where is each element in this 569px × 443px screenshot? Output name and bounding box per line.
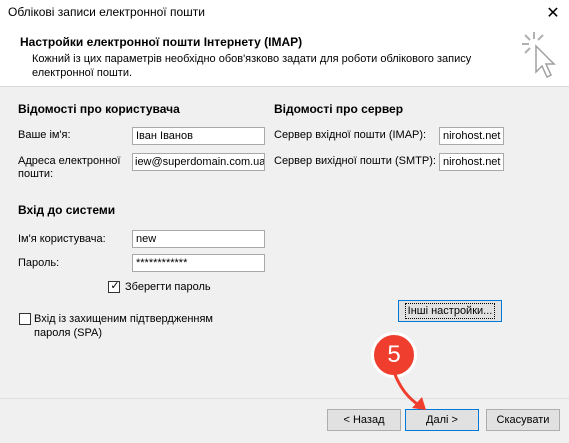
password-input[interactable]: ************ <box>132 254 265 272</box>
cancel-button[interactable]: Скасувати <box>486 409 560 431</box>
incoming-server-input[interactable]: nirohost.net <box>439 127 504 145</box>
remember-password-label: Зберегти пароль <box>125 281 211 293</box>
page-title: Настройки електронної пошти Інтернету (I… <box>20 35 303 49</box>
wizard-header: Настройки електронної пошти Інтернету (I… <box>0 26 569 87</box>
remember-password-checkbox[interactable]: ✓ <box>108 280 120 293</box>
arrow-icon <box>392 371 426 410</box>
username-label: Ім'я користувача: <box>18 233 106 245</box>
user-info-heading: Відомості про користувача <box>18 102 180 116</box>
more-settings-button[interactable]: Інші настройки... <box>398 300 502 322</box>
server-info-heading: Відомості про сервер <box>274 102 404 116</box>
page-description: Кожний із цих параметрів необхідно обов'… <box>32 53 472 79</box>
outgoing-server-input[interactable]: nirohost.net <box>439 153 504 171</box>
close-icon[interactable]: ✕ <box>540 2 566 24</box>
incoming-server-label: Сервер вхідної пошти (IMAP): <box>274 129 427 141</box>
email-label: Адреса електронної пошти: <box>18 155 121 180</box>
cursor-click-icon <box>522 32 556 79</box>
spa-checkbox[interactable] <box>19 313 31 325</box>
username-input[interactable]: new <box>132 230 265 248</box>
spa-label: Вхід із захищеним підтвердженням пароля … <box>34 313 213 339</box>
name-label: Ваше ім'я: <box>18 129 71 141</box>
name-input[interactable]: Іван Іванов <box>132 127 265 145</box>
button-bar <box>0 398 569 443</box>
title-bar: Облікові записи електронної пошти ✕ <box>0 0 569 26</box>
outgoing-server-label: Сервер вихідної пошти (SMTP): <box>274 155 436 167</box>
password-label: Пароль: <box>18 257 60 269</box>
checkmark-icon: ✓ <box>110 280 120 292</box>
email-input[interactable]: iew@superdomain.com.ua <box>132 153 265 171</box>
login-heading: Вхід до системи <box>18 203 116 217</box>
window-title: Облікові записи електронної пошти <box>8 5 205 19</box>
